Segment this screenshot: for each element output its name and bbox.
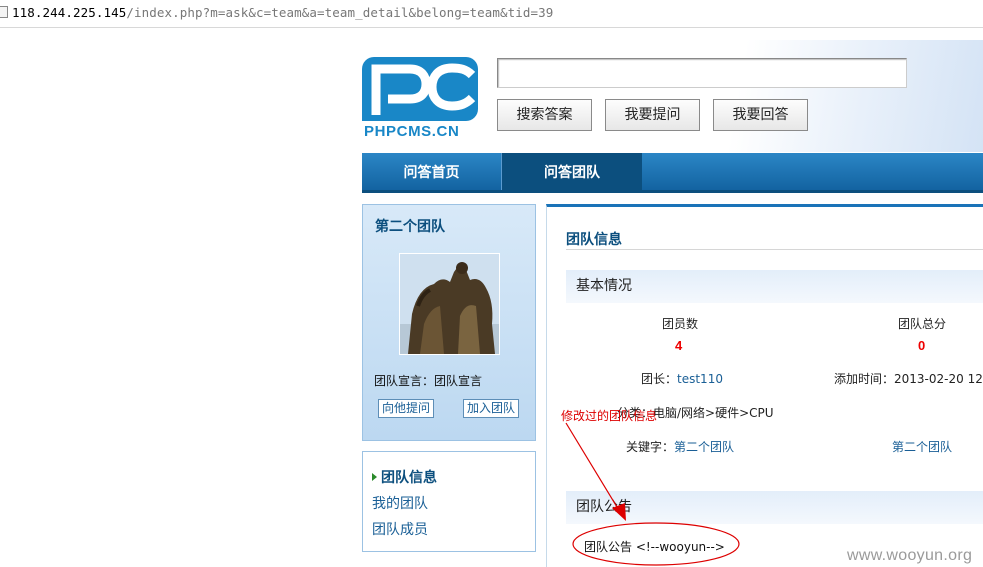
search-answers-button[interactable]: 搜索答案 xyxy=(497,99,592,131)
team-avatar xyxy=(399,253,500,355)
logo-mark xyxy=(362,57,478,121)
team-notice-header: 团队公告 xyxy=(566,491,983,524)
members-value: 4 xyxy=(675,338,683,353)
added-time-value: 2013-02-20 12:0 xyxy=(894,372,983,386)
page-icon xyxy=(0,6,8,18)
added-time-row: 添加时间：2013-02-20 12:0 xyxy=(834,370,983,387)
keywords-label: 关键字： xyxy=(626,440,675,454)
watermark: www.wooyun.org xyxy=(847,547,973,564)
url-path: /index.php?m=ask&c=team&a=team_detail&be… xyxy=(126,5,554,20)
team-menu: 团队信息 我的团队 团队成员 xyxy=(362,451,536,552)
ask-question-button[interactable]: 我要提问 xyxy=(605,99,700,131)
menu-item-team-members[interactable]: 团队成员 xyxy=(372,519,428,539)
leader-row: 团长：test110 xyxy=(641,370,723,387)
score-value: 0 xyxy=(918,338,926,353)
annotation-label: 修改过的团队信息 xyxy=(561,409,658,423)
url-text[interactable]: 118.244.225.145/index.php?m=ask&c=team&a… xyxy=(12,5,553,20)
menu-item-my-team[interactable]: 我的团队 xyxy=(372,493,428,513)
score-label: 团队总分 xyxy=(898,317,947,331)
menu-item-team-info[interactable]: 团队信息 xyxy=(372,467,437,487)
site-logo[interactable]: PHPCMS.CN xyxy=(362,57,478,141)
category-value: 电脑/网络>硬件>CPU xyxy=(653,406,774,420)
tab-qa-home[interactable]: 问答首页 xyxy=(362,153,502,193)
divider xyxy=(566,249,983,250)
keyword-link[interactable]: 第二个团队 xyxy=(892,438,952,455)
triangle-right-icon xyxy=(372,473,377,481)
search-input[interactable] xyxy=(497,58,907,88)
address-bar[interactable]: 118.244.225.145/index.php?m=ask&c=team&a… xyxy=(0,0,983,28)
answer-question-button[interactable]: 我要回答 xyxy=(713,99,808,131)
members-label: 团员数 xyxy=(662,317,699,331)
menu-item-label: 团队信息 xyxy=(381,470,437,486)
main-nav: 问答首页 问答团队 xyxy=(362,153,983,193)
url-host: 118.244.225.145 xyxy=(12,5,127,20)
basic-info-header: 基本情况 xyxy=(566,270,983,303)
join-team-button[interactable]: 加入团队 xyxy=(463,399,520,418)
keyword-link[interactable]: 第二个团队 xyxy=(674,440,734,454)
added-time-label: 添加时间： xyxy=(834,372,895,386)
leader-link[interactable]: test110 xyxy=(677,372,723,386)
panel-title: 团队信息 xyxy=(566,232,622,248)
team-name: 第二个团队 xyxy=(375,219,445,235)
leader-label: 团长： xyxy=(641,372,678,386)
team-profile-card: 第二个团队 团队宣言：团队宣言 向他提问 加入团队 xyxy=(362,204,536,441)
nav-underline xyxy=(362,190,983,193)
ask-team-button[interactable]: 向他提问 xyxy=(378,399,435,418)
tab-qa-team[interactable]: 问答团队 xyxy=(502,153,642,193)
logo-brand-text: PHPCMS.CN xyxy=(364,123,460,140)
keywords-row: 关键字：第二个团队 xyxy=(626,438,734,455)
team-notice-text: 团队公告 <!--wooyun--> xyxy=(584,540,725,554)
team-declaration: 团队宣言：团队宣言 xyxy=(374,374,483,388)
